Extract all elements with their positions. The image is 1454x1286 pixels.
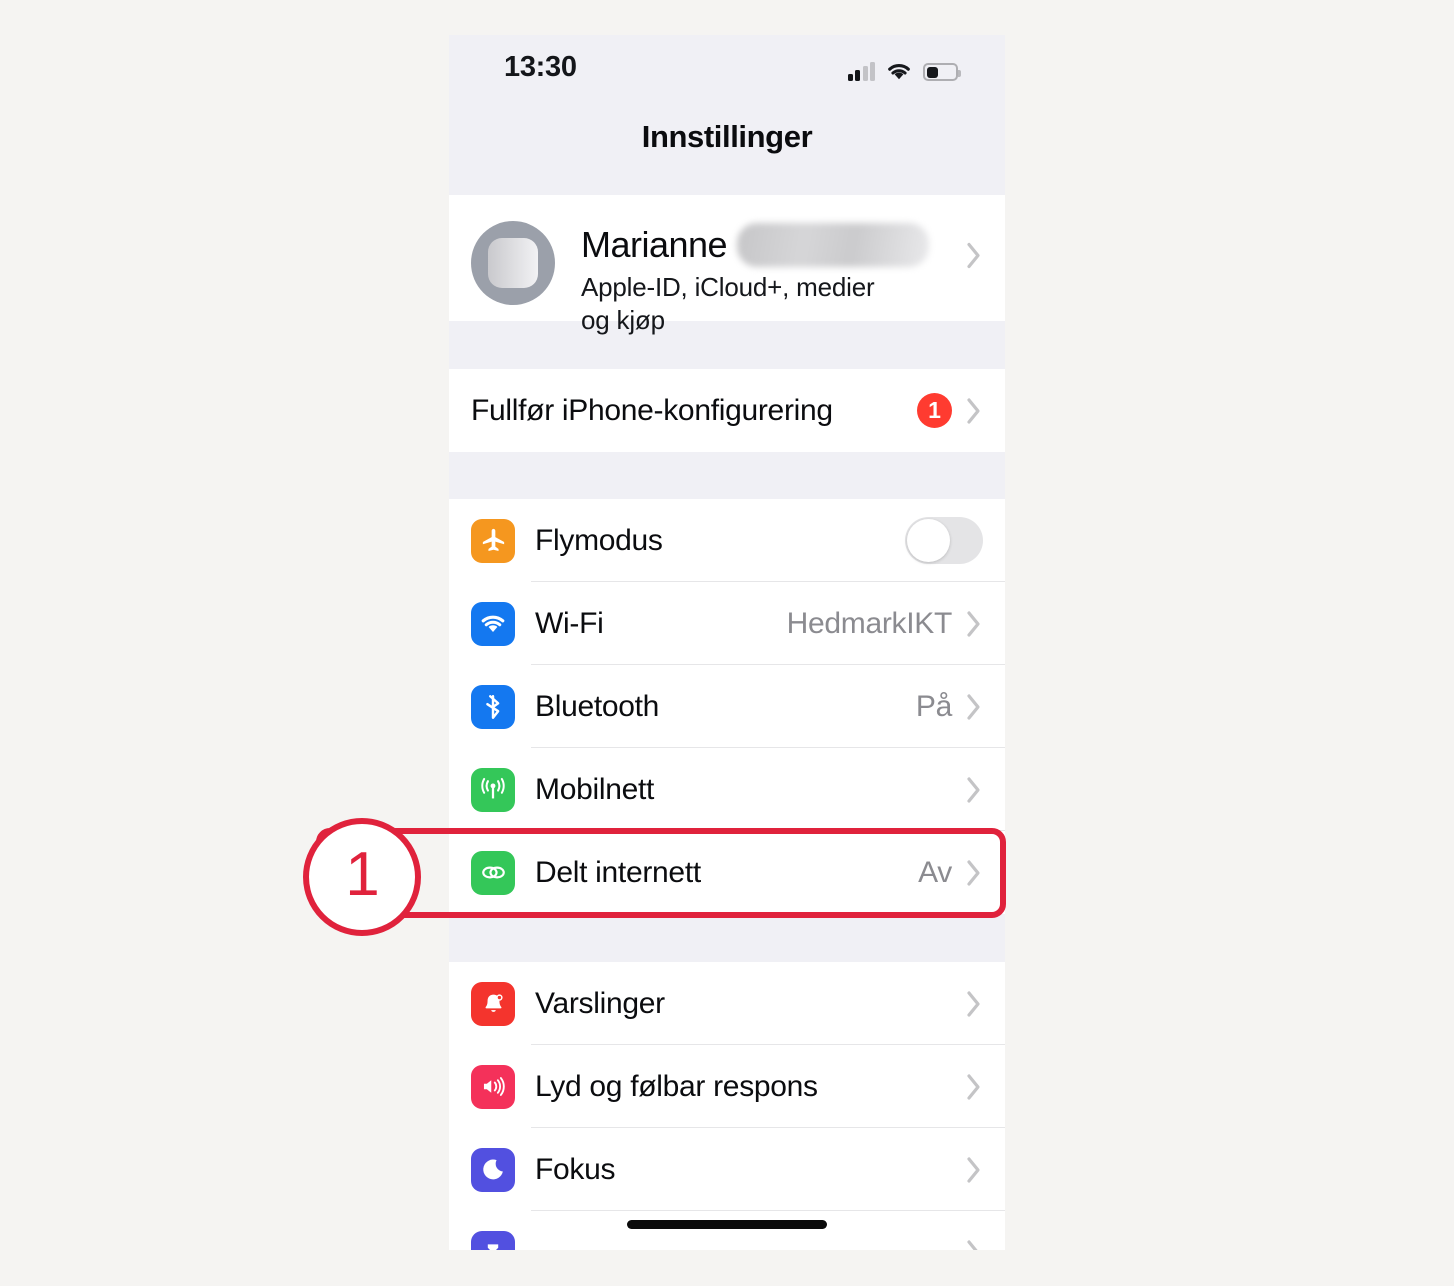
bluetooth-label: Bluetooth: [535, 689, 660, 723]
section-gap: [449, 914, 1005, 962]
sidebar-item-screen-time[interactable]: [449, 1211, 1005, 1250]
chevron-right-icon: [967, 859, 980, 886]
notifications-group: Varslinger Lyd og følbar respons Fokus: [449, 962, 1005, 1250]
sidebar-item-wifi[interactable]: Wi-Fi HedmarkIKT: [449, 582, 1005, 665]
hourglass-icon: [471, 1230, 515, 1250]
apple-id-group: Marianne Apple-ID, iCloud+, medier og kj…: [449, 195, 1005, 335]
personal-hotspot-value: Av: [918, 855, 952, 889]
airplane-mode-toggle[interactable]: [905, 517, 983, 564]
screen-time-accessory: [966, 1238, 1005, 1250]
status-bar-icons: [847, 55, 961, 81]
focus-accessory: [952, 1155, 1005, 1185]
sounds-haptics-label: Lyd og følbar respons: [535, 1069, 818, 1103]
wifi-icon: [886, 62, 912, 81]
chevron-right-icon: [967, 693, 980, 720]
battery-icon: [923, 63, 961, 81]
notifications-label: Varslinger: [535, 986, 665, 1020]
wifi-label: Wi-Fi: [535, 606, 604, 640]
apple-id-text: Marianne Apple-ID, iCloud+, medier og kj…: [581, 221, 930, 337]
apple-id-subtitle: Apple-ID, iCloud+, medier og kjøp: [581, 272, 875, 335]
finish-setup-label: Fullfør iPhone-konfigurering: [471, 393, 833, 427]
bluetooth-value: På: [915, 689, 952, 723]
sidebar-item-personal-hotspot[interactable]: Delt internett Av: [449, 831, 1005, 914]
chevron-right-icon: [967, 990, 980, 1017]
chevron-right-icon: [967, 610, 980, 637]
chevron-right-icon: [967, 776, 980, 803]
page-title: Innstillinger: [449, 97, 1005, 195]
screenshot-canvas: 13:30 Innstillinger Marianne Apple-ID, i…: [0, 0, 1454, 1286]
bluetooth-accessory: På: [916, 690, 1005, 724]
sounds-haptics-accessory: [952, 1072, 1005, 1102]
cellular-accessory: [952, 775, 1005, 805]
iphone-settings-screen: 13:30 Innstillinger Marianne Apple-ID, i…: [449, 35, 1005, 1250]
setup-group: Fullfør iPhone-konfigurering 1: [449, 369, 1005, 452]
status-badge: 1: [917, 393, 952, 428]
speaker-icon: [471, 1064, 515, 1109]
page-title-text: Innstillinger: [641, 119, 813, 154]
apple-id-chevron: [966, 241, 983, 276]
bluetooth-icon: [471, 684, 515, 729]
focus-label: Fokus: [535, 1152, 616, 1186]
sidebar-item-airplane-mode[interactable]: Flymodus: [449, 499, 1005, 582]
chevron-right-icon: [967, 1073, 980, 1100]
section-gap: [449, 452, 1005, 499]
airplane-mode-label: Flymodus: [535, 523, 663, 557]
status-bar-clock: 13:30: [504, 51, 577, 83]
chevron-right-icon: [967, 1156, 980, 1183]
status-bar: 13:30: [449, 35, 1005, 97]
sidebar-item-focus[interactable]: Fokus: [449, 1128, 1005, 1211]
annotation-step-number: 1: [345, 840, 379, 909]
sidebar-item-cellular[interactable]: Mobilnett: [449, 748, 1005, 831]
chain-link-icon: [471, 850, 515, 895]
sidebar-item-finish-setup[interactable]: Fullfør iPhone-konfigurering 1: [449, 369, 1005, 452]
cellular-antenna-icon: [471, 767, 515, 812]
annotation-step-marker: 1: [303, 818, 421, 936]
apple-id-name: Marianne: [581, 224, 728, 265]
sidebar-item-sounds-haptics[interactable]: Lyd og følbar respons: [449, 1045, 1005, 1128]
notifications-accessory: [952, 989, 1005, 1019]
apple-id-row[interactable]: Marianne Apple-ID, iCloud+, medier og kj…: [449, 195, 1005, 335]
avatar: [471, 221, 555, 305]
apple-id-name-line: Marianne: [581, 223, 930, 267]
cellular-signal-icon: [847, 62, 875, 81]
chevron-right-icon: [967, 242, 980, 269]
cellular-label: Mobilnett: [535, 772, 655, 806]
wifi-value: HedmarkIKT: [786, 606, 953, 640]
sidebar-item-notifications[interactable]: Varslinger: [449, 962, 1005, 1045]
connectivity-group: Flymodus Wi-Fi HedmarkIKT Bluetooth På M…: [449, 499, 1005, 914]
chevron-right-icon: [967, 397, 980, 424]
personal-hotspot-accessory: Av: [918, 856, 1005, 890]
redacted-surname: [737, 223, 930, 267]
wifi-accessory: HedmarkIKT: [787, 607, 1005, 641]
chevron-right-icon: [967, 1239, 979, 1250]
personal-hotspot-label: Delt internett: [535, 855, 701, 889]
moon-icon: [471, 1147, 515, 1192]
finish-setup-accessory: 1: [917, 393, 1005, 428]
bell-icon: [471, 981, 515, 1026]
airplane-mode-accessory: [905, 517, 1005, 564]
wifi-icon: [471, 601, 515, 646]
sidebar-item-bluetooth[interactable]: Bluetooth På: [449, 665, 1005, 748]
airplane-icon: [471, 518, 515, 563]
home-indicator-bar[interactable]: [627, 1220, 827, 1229]
